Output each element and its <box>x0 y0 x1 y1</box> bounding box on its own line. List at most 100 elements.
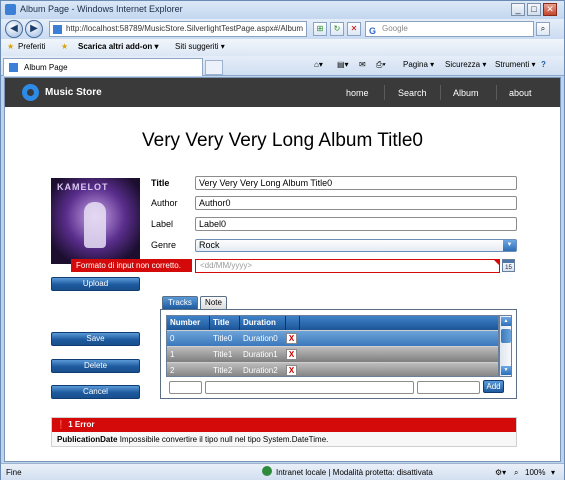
tab-tracks[interactable]: Tracks <box>162 296 198 309</box>
google-icon: G <box>369 26 377 36</box>
header-title[interactable]: Title <box>210 316 240 330</box>
cell-title: Title2 <box>213 366 233 375</box>
cover-band-name: KAMELOT <box>57 182 109 192</box>
cell-number: 0 <box>170 334 175 343</box>
minimize-button[interactable]: _ <box>511 3 525 16</box>
back-icon[interactable]: ◀ <box>5 20 23 38</box>
close-button[interactable]: ✕ <box>543 3 557 16</box>
page-content: Music Store home Search Album about Very… <box>4 77 561 462</box>
chevron-down-icon[interactable]: ▼ <box>503 240 516 251</box>
cell-duration: Duration1 <box>243 350 278 359</box>
tools-menu[interactable]: Strumenti ▾ <box>495 60 535 69</box>
date-error-tooltip: Formato di input non corretto. <box>71 259 192 272</box>
cell-duration: Duration0 <box>243 334 278 343</box>
feeds-icon[interactable]: ▤▾ <box>337 60 349 69</box>
scroll-down-icon[interactable]: ▼ <box>501 366 511 375</box>
help-icon[interactable]: ? <box>541 60 546 69</box>
home-icon[interactable]: ⌂▾ <box>314 60 323 69</box>
publication-date-input[interactable]: <dd/MM/yyyy> <box>195 259 500 273</box>
address-input[interactable]: http://localhost:58789/MusicStore.Silver… <box>49 21 307 37</box>
zoom-level[interactable]: 100% <box>525 468 545 477</box>
nav-album[interactable]: Album <box>453 88 479 98</box>
nav-home[interactable]: home <box>346 88 369 98</box>
upload-button[interactable]: Upload <box>51 277 140 291</box>
tab-note[interactable]: Note <box>200 296 227 309</box>
header-number-label: Number <box>170 318 201 327</box>
title-input[interactable]: Very Very Very Long Album Title0 <box>195 176 517 190</box>
genre-select[interactable]: Rock ▼ <box>195 239 517 252</box>
save-button[interactable]: Save <box>51 332 140 346</box>
addon-link[interactable]: Scarica altri add-on ▾ <box>78 42 158 51</box>
calendar-icon[interactable]: 15 <box>502 259 515 272</box>
search-icon[interactable]: ⌕ <box>536 22 550 36</box>
tab-bar: Album Page ⌂▾ ▤▾ ✉ ⎙▾ Pagina ▾ Sicurezza… <box>1 56 564 76</box>
scroll-up-icon[interactable]: ▲ <box>501 317 511 326</box>
zone-text[interactable]: Intranet locale | Modalità protetta: dis… <box>276 468 433 477</box>
mail-icon[interactable]: ✉ <box>359 60 366 69</box>
new-tab-button[interactable] <box>205 60 223 75</box>
album-cover: KAMELOT <box>51 178 140 264</box>
error-field: PublicationDate <box>57 435 118 444</box>
add-track-button[interactable]: Add <box>483 380 504 393</box>
remove-track-button[interactable]: X <box>286 365 297 376</box>
table-row[interactable]: 1 Title1 Duration1 X <box>167 346 498 362</box>
table-row[interactable]: 2 Title2 Duration2 X <box>167 362 498 376</box>
zoom-chevron-down-icon[interactable]: ▾ <box>551 468 555 477</box>
page-menu[interactable]: Pagina ▾ <box>403 60 434 69</box>
tracks-grid: Number ▲ Title Duration 0 Title0 Duratio… <box>166 315 499 377</box>
remove-track-button[interactable]: X <box>286 333 297 344</box>
add-favorite-icon[interactable]: ★ <box>61 42 68 51</box>
genre-label: Genre <box>151 240 177 250</box>
compatibility-icon[interactable]: ⊞ <box>313 22 327 36</box>
new-track-title-input[interactable] <box>205 381 414 394</box>
validation-count: 1 Error <box>68 420 95 429</box>
music-store-logo-icon <box>22 84 39 101</box>
cancel-button[interactable]: Cancel <box>51 385 140 399</box>
security-menu[interactable]: Sicurezza ▾ <box>445 60 486 69</box>
label-input[interactable]: Label0 <box>195 217 517 231</box>
search-placeholder: Google <box>382 24 408 33</box>
delete-button[interactable]: Delete <box>51 359 140 373</box>
header-remove <box>286 316 300 330</box>
error-icon: ❗ <box>56 420 66 429</box>
zoom-icon[interactable]: ⌕ <box>514 468 518 478</box>
protected-mode-icon[interactable]: ⚙▾ <box>495 468 506 477</box>
table-row[interactable]: 0 Title0 Duration0 X <box>167 330 498 346</box>
refresh-icon[interactable]: ↻ <box>330 22 344 36</box>
tab-album-page[interactable]: Album Page <box>3 58 203 76</box>
tab-label: Album Page <box>24 63 68 72</box>
suggested-sites-link[interactable]: Siti suggeriti ▾ <box>175 42 225 51</box>
new-track-duration-input[interactable] <box>417 381 480 394</box>
ie-icon <box>5 4 16 15</box>
new-track-number-input[interactable] <box>169 381 202 394</box>
stop-icon[interactable]: ✕ <box>347 22 361 36</box>
nav-search[interactable]: Search <box>398 88 427 98</box>
title-bar: Album Page - Windows Internet Explorer _… <box>1 1 564 19</box>
maximize-button[interactable]: □ <box>527 3 541 16</box>
favorites-button[interactable]: Preferiti <box>18 42 46 51</box>
header-duration[interactable]: Duration <box>240 316 286 330</box>
header-number[interactable]: Number ▲ <box>167 316 210 340</box>
cell-title: Title1 <box>213 350 233 359</box>
remove-track-button[interactable]: X <box>286 349 297 360</box>
forward-icon[interactable]: ▶ <box>25 20 43 38</box>
validation-item[interactable]: PublicationDate Impossibile convertire i… <box>57 435 328 444</box>
cell-duration: Duration2 <box>243 366 278 375</box>
brand-name: Music Store <box>45 87 102 98</box>
status-text: Fine <box>6 468 22 477</box>
print-icon[interactable]: ⎙▾ <box>376 60 386 70</box>
nav-about[interactable]: about <box>509 88 532 98</box>
header-filler <box>300 316 498 330</box>
browser-window: Album Page - Windows Internet Explorer _… <box>0 0 565 480</box>
search-input[interactable]: G Google <box>365 21 534 37</box>
label-label: Label <box>151 219 174 229</box>
author-input[interactable]: Author0 <box>195 196 517 210</box>
address-url: http://localhost:58789/MusicStore.Silver… <box>66 24 304 33</box>
favorites-bar: ★ Preferiti ★ Scarica altri add-on ▾ Sit… <box>1 39 564 56</box>
star-icon: ★ <box>7 42 15 51</box>
cell-title: Title0 <box>213 334 233 343</box>
grid-scrollbar[interactable]: ▲ ▼ <box>499 315 512 377</box>
nav-divider <box>384 85 385 100</box>
nav-divider <box>440 85 441 100</box>
scroll-thumb[interactable] <box>501 329 511 343</box>
